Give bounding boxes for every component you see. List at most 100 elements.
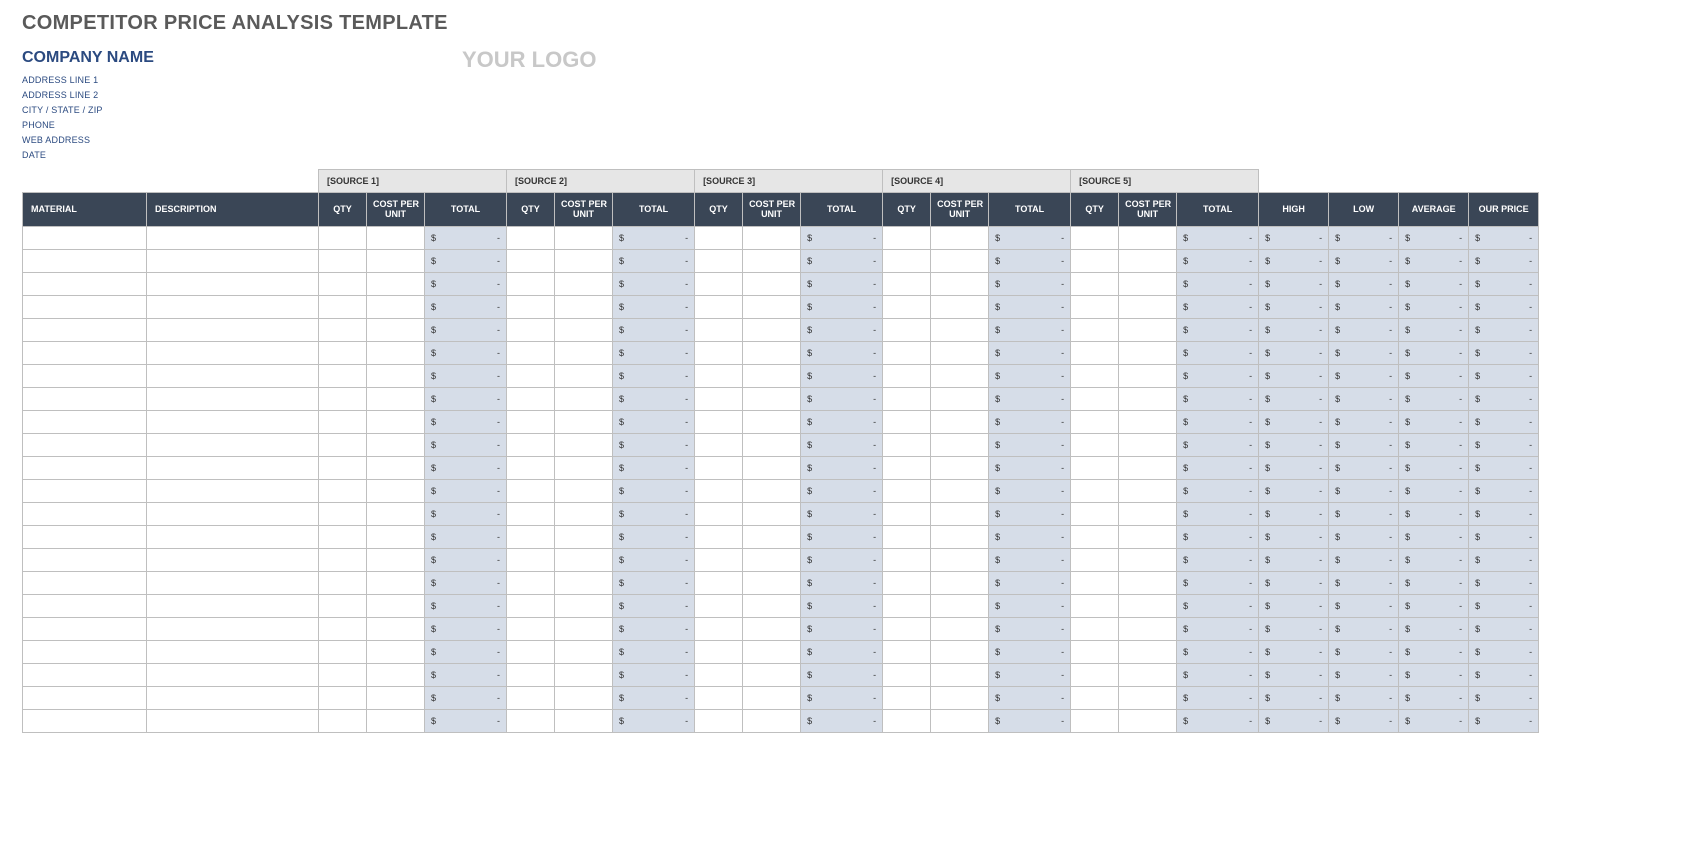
qty-cell[interactable] [883,342,931,365]
money-cell[interactable]: $- [1399,388,1469,411]
description-cell[interactable] [147,641,319,664]
qty-cell[interactable] [507,572,555,595]
cpu-cell[interactable] [555,595,613,618]
money-cell[interactable]: $- [1399,503,1469,526]
money-cell[interactable]: $- [425,296,507,319]
qty-cell[interactable] [507,411,555,434]
qty-cell[interactable] [507,365,555,388]
cpu-cell[interactable] [555,296,613,319]
money-cell[interactable]: $- [1469,503,1539,526]
qty-cell[interactable] [507,227,555,250]
qty-cell[interactable] [319,595,367,618]
qty-cell[interactable] [507,503,555,526]
money-cell[interactable]: $- [1329,319,1399,342]
money-cell[interactable]: $- [425,664,507,687]
cpu-cell[interactable] [555,434,613,457]
money-cell[interactable]: $- [1469,319,1539,342]
qty-cell[interactable] [319,480,367,503]
cpu-cell[interactable] [743,687,801,710]
money-cell[interactable]: $- [1469,595,1539,618]
cpu-cell[interactable] [743,526,801,549]
money-cell[interactable]: $- [1329,296,1399,319]
cpu-cell[interactable] [931,710,989,733]
cpu-cell[interactable] [1119,687,1177,710]
money-cell[interactable]: $- [989,457,1071,480]
money-cell[interactable]: $- [1469,457,1539,480]
money-cell[interactable]: $- [425,227,507,250]
money-cell[interactable]: $- [801,549,883,572]
money-cell[interactable]: $- [613,595,695,618]
qty-cell[interactable] [319,618,367,641]
cpu-cell[interactable] [367,687,425,710]
money-cell[interactable]: $- [613,457,695,480]
description-cell[interactable] [147,572,319,595]
money-cell[interactable]: $- [1329,227,1399,250]
money-cell[interactable]: $- [1469,388,1539,411]
money-cell[interactable]: $- [801,664,883,687]
money-cell[interactable]: $- [425,388,507,411]
qty-cell[interactable] [1071,549,1119,572]
money-cell[interactable]: $- [989,687,1071,710]
money-cell[interactable]: $- [425,250,507,273]
money-cell[interactable]: $- [1259,710,1329,733]
qty-cell[interactable] [319,549,367,572]
material-cell[interactable] [23,365,147,388]
money-cell[interactable]: $- [1329,526,1399,549]
money-cell[interactable]: $- [1329,365,1399,388]
money-cell[interactable]: $- [1469,664,1539,687]
qty-cell[interactable] [319,503,367,526]
money-cell[interactable]: $- [613,319,695,342]
cpu-cell[interactable] [931,664,989,687]
money-cell[interactable]: $- [613,618,695,641]
money-cell[interactable]: $- [1177,503,1259,526]
cpu-cell[interactable] [931,457,989,480]
qty-cell[interactable] [1071,595,1119,618]
money-cell[interactable]: $- [613,549,695,572]
money-cell[interactable]: $- [1259,480,1329,503]
cpu-cell[interactable] [367,227,425,250]
qty-cell[interactable] [507,549,555,572]
money-cell[interactable]: $- [989,342,1071,365]
money-cell[interactable]: $- [425,480,507,503]
material-cell[interactable] [23,342,147,365]
cpu-cell[interactable] [1119,319,1177,342]
money-cell[interactable]: $- [1469,273,1539,296]
money-cell[interactable]: $- [1399,342,1469,365]
money-cell[interactable]: $- [801,388,883,411]
money-cell[interactable]: $- [1259,319,1329,342]
cpu-cell[interactable] [1119,526,1177,549]
money-cell[interactable]: $- [1329,664,1399,687]
money-cell[interactable]: $- [1399,641,1469,664]
money-cell[interactable]: $- [613,388,695,411]
cpu-cell[interactable] [1119,480,1177,503]
qty-cell[interactable] [1071,641,1119,664]
money-cell[interactable]: $- [1259,342,1329,365]
money-cell[interactable]: $- [801,641,883,664]
qty-cell[interactable] [319,388,367,411]
cpu-cell[interactable] [743,250,801,273]
qty-cell[interactable] [695,434,743,457]
cpu-cell[interactable] [743,595,801,618]
money-cell[interactable]: $- [613,342,695,365]
cpu-cell[interactable] [1119,365,1177,388]
money-cell[interactable]: $- [1329,342,1399,365]
money-cell[interactable]: $- [1329,388,1399,411]
money-cell[interactable]: $- [1399,618,1469,641]
cpu-cell[interactable] [931,273,989,296]
cpu-cell[interactable] [555,411,613,434]
qty-cell[interactable] [695,342,743,365]
cpu-cell[interactable] [367,250,425,273]
money-cell[interactable]: $- [989,434,1071,457]
qty-cell[interactable] [883,595,931,618]
description-cell[interactable] [147,549,319,572]
money-cell[interactable]: $- [1469,710,1539,733]
money-cell[interactable]: $- [989,411,1071,434]
money-cell[interactable]: $- [613,572,695,595]
cpu-cell[interactable] [367,595,425,618]
qty-cell[interactable] [1071,526,1119,549]
money-cell[interactable]: $- [425,526,507,549]
cpu-cell[interactable] [367,664,425,687]
qty-cell[interactable] [319,365,367,388]
cpu-cell[interactable] [1119,641,1177,664]
qty-cell[interactable] [695,388,743,411]
